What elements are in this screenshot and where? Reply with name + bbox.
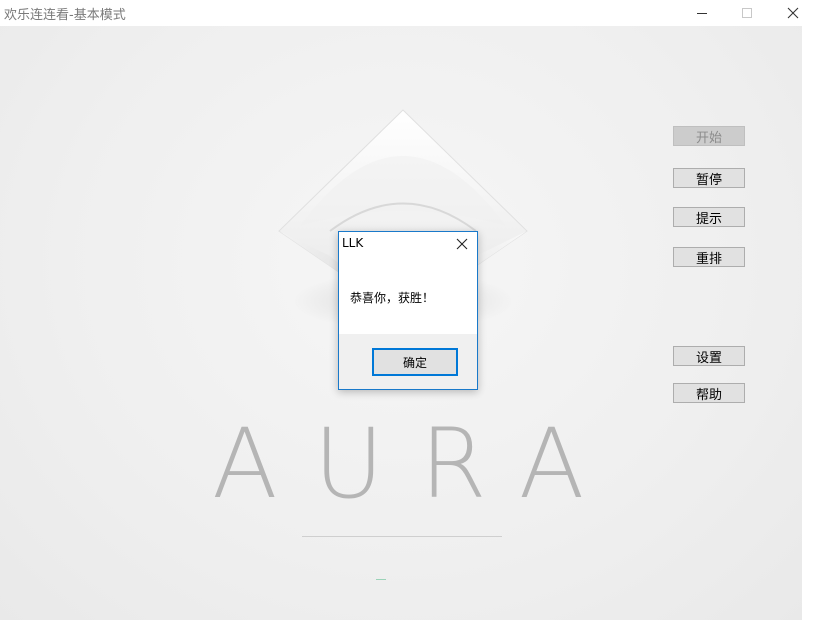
window-title: 欢乐连连看-基本模式 xyxy=(4,8,126,23)
app-window: 欢乐连连看-基本模式 AURA 开始 暂停 提示 重排 设置 帮助 LLK 恭喜… xyxy=(0,0,817,620)
minimize-button[interactable] xyxy=(682,0,722,26)
hint-button[interactable]: 提示 xyxy=(673,207,745,227)
maximize-icon xyxy=(742,8,752,18)
aura-logo-text: AURA xyxy=(212,408,621,520)
dialog-close-button[interactable] xyxy=(453,235,471,253)
maximize-button xyxy=(727,0,767,26)
start-button[interactable]: 开始 xyxy=(673,126,745,146)
win-message-dialog: LLK 恭喜你，获胜！ 确定 xyxy=(338,231,478,390)
pause-button[interactable]: 暂停 xyxy=(673,168,745,188)
close-icon xyxy=(456,238,468,250)
window-right-margin xyxy=(802,26,817,620)
settings-button[interactable]: 设置 xyxy=(673,346,745,366)
minimize-icon xyxy=(697,13,707,14)
dialog-title: LLK xyxy=(342,236,364,250)
title-bar[interactable]: 欢乐连连看-基本模式 xyxy=(0,0,817,26)
close-button[interactable] xyxy=(773,0,813,26)
ok-button[interactable]: 确定 xyxy=(372,348,458,376)
reshuffle-button[interactable]: 重排 xyxy=(673,247,745,267)
dialog-footer: 确定 xyxy=(339,334,477,389)
dialog-message: 恭喜你，获胜！ xyxy=(350,291,435,305)
decor-dash xyxy=(376,579,386,580)
close-icon xyxy=(787,7,799,19)
help-button[interactable]: 帮助 xyxy=(673,383,745,403)
logo-divider xyxy=(302,536,502,537)
